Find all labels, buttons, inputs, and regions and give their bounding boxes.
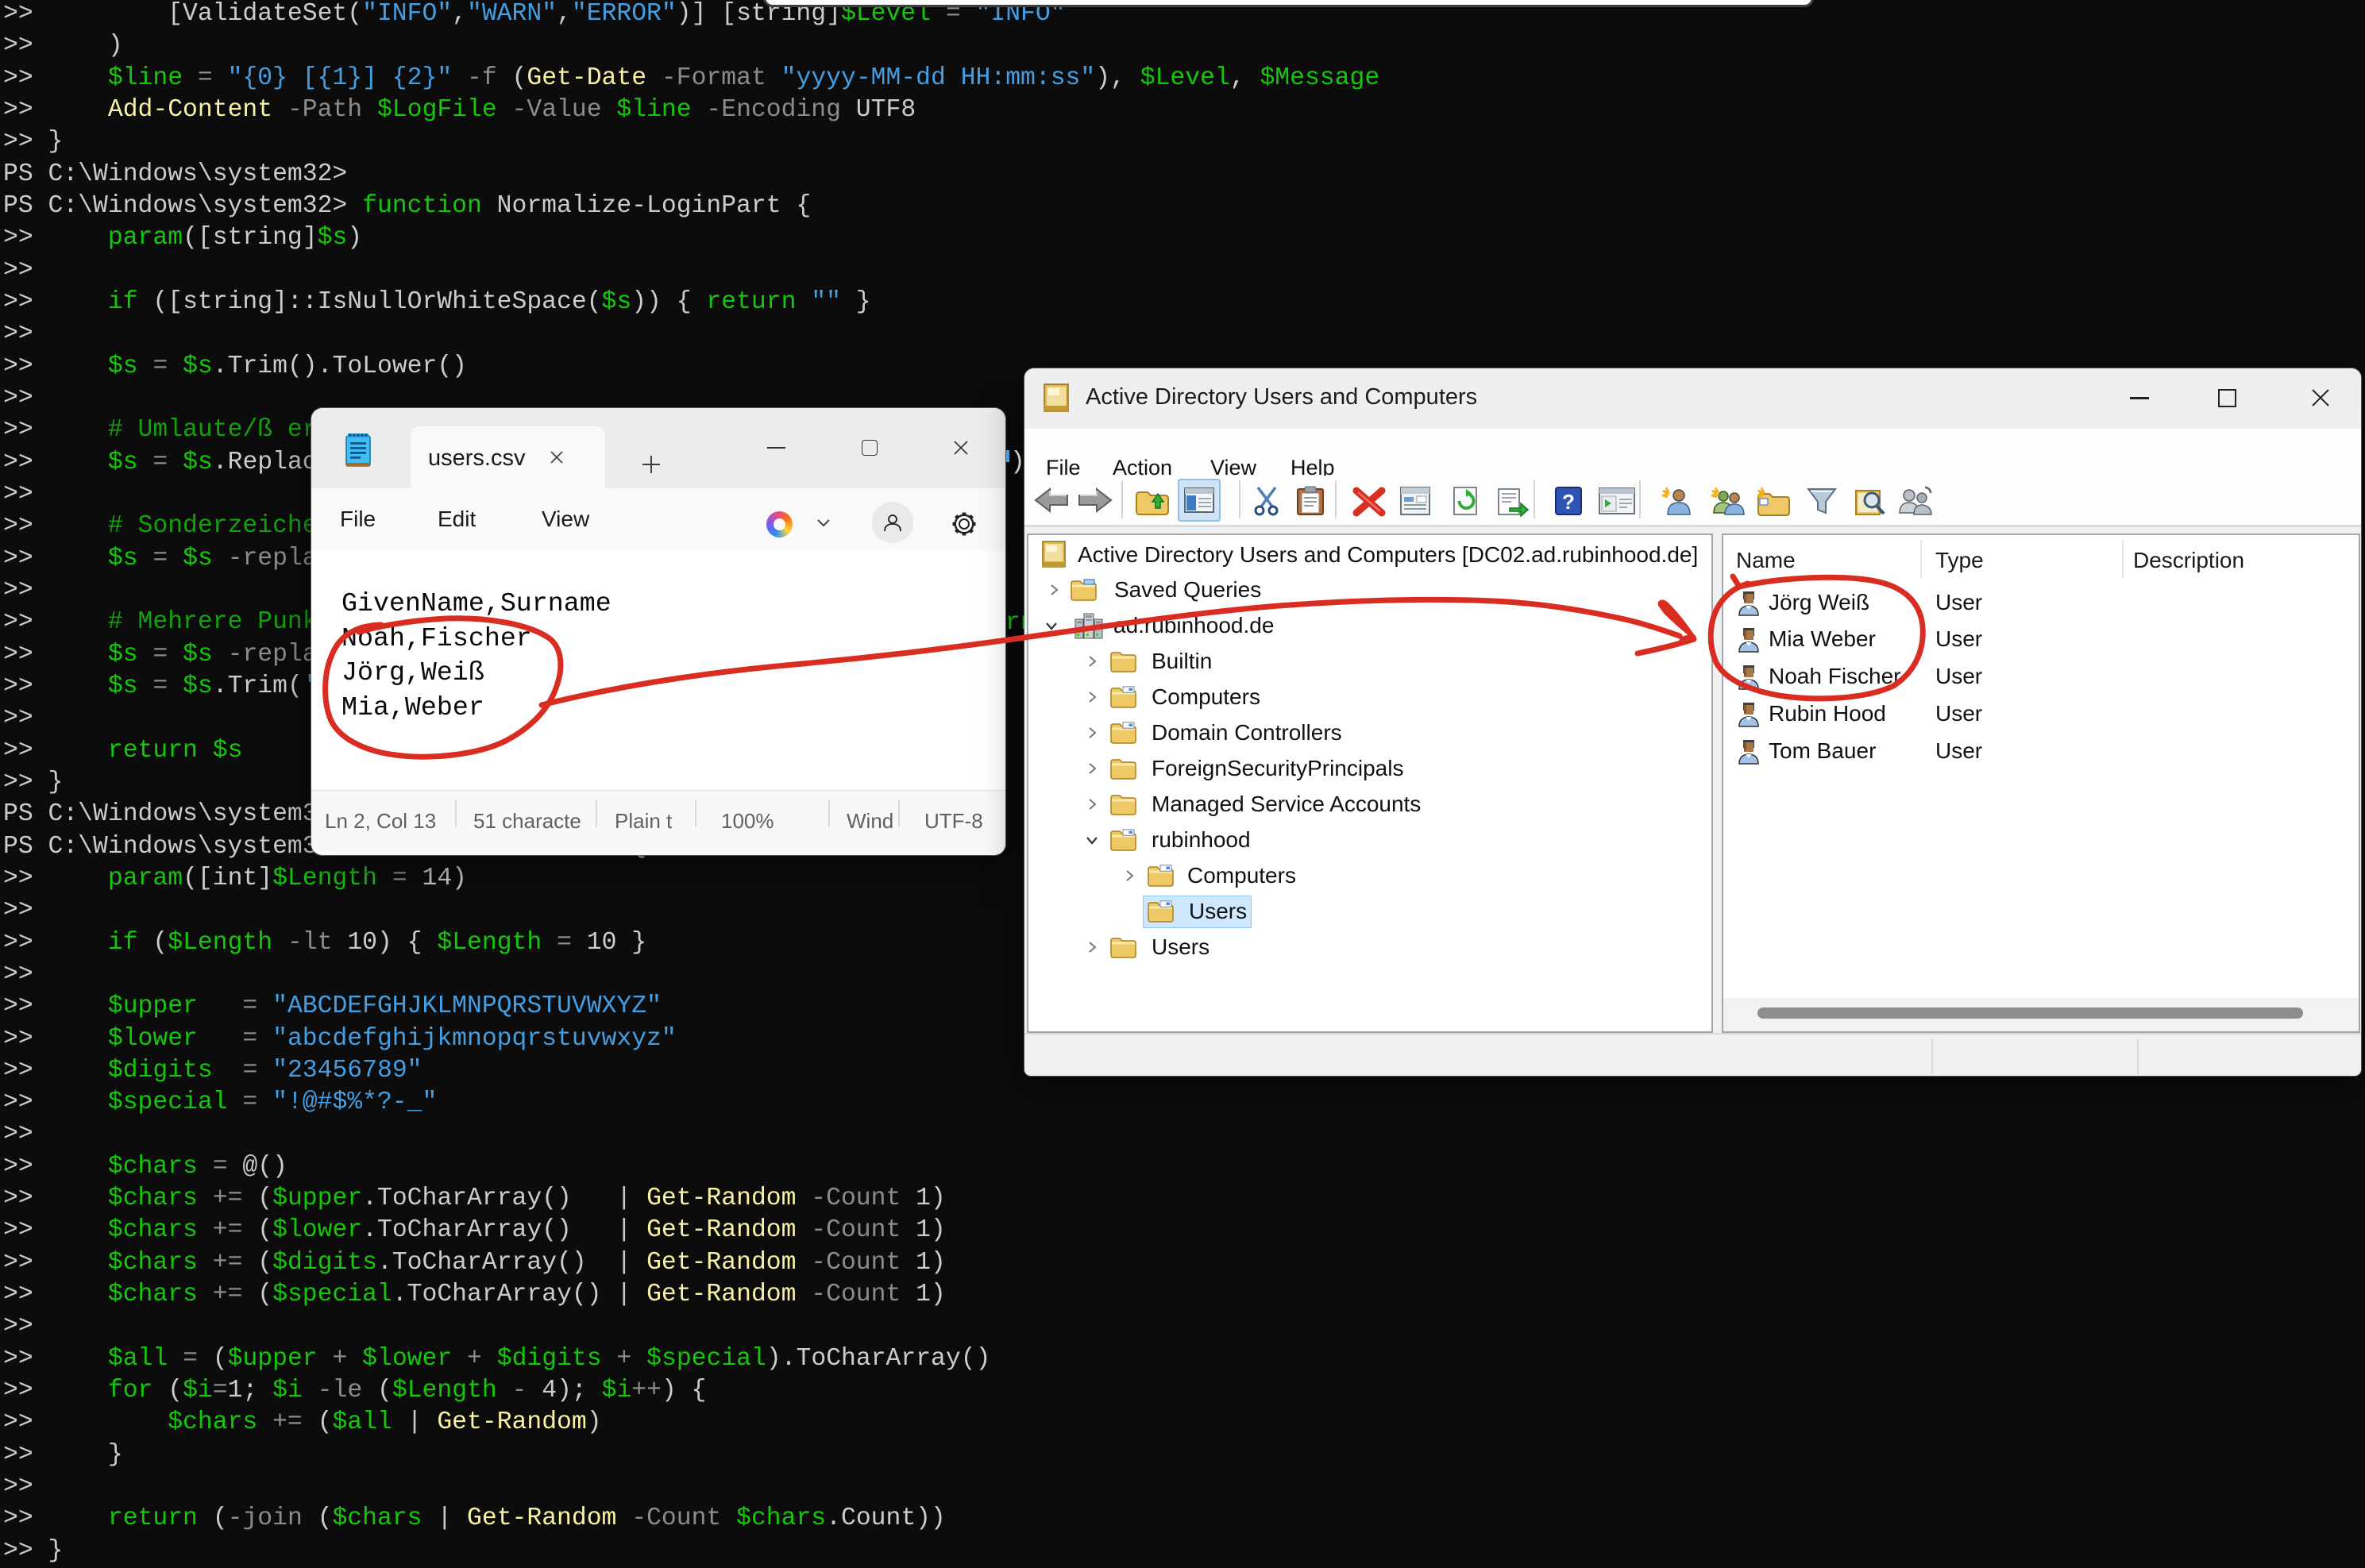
svg-text:?: ? [1562, 490, 1575, 514]
